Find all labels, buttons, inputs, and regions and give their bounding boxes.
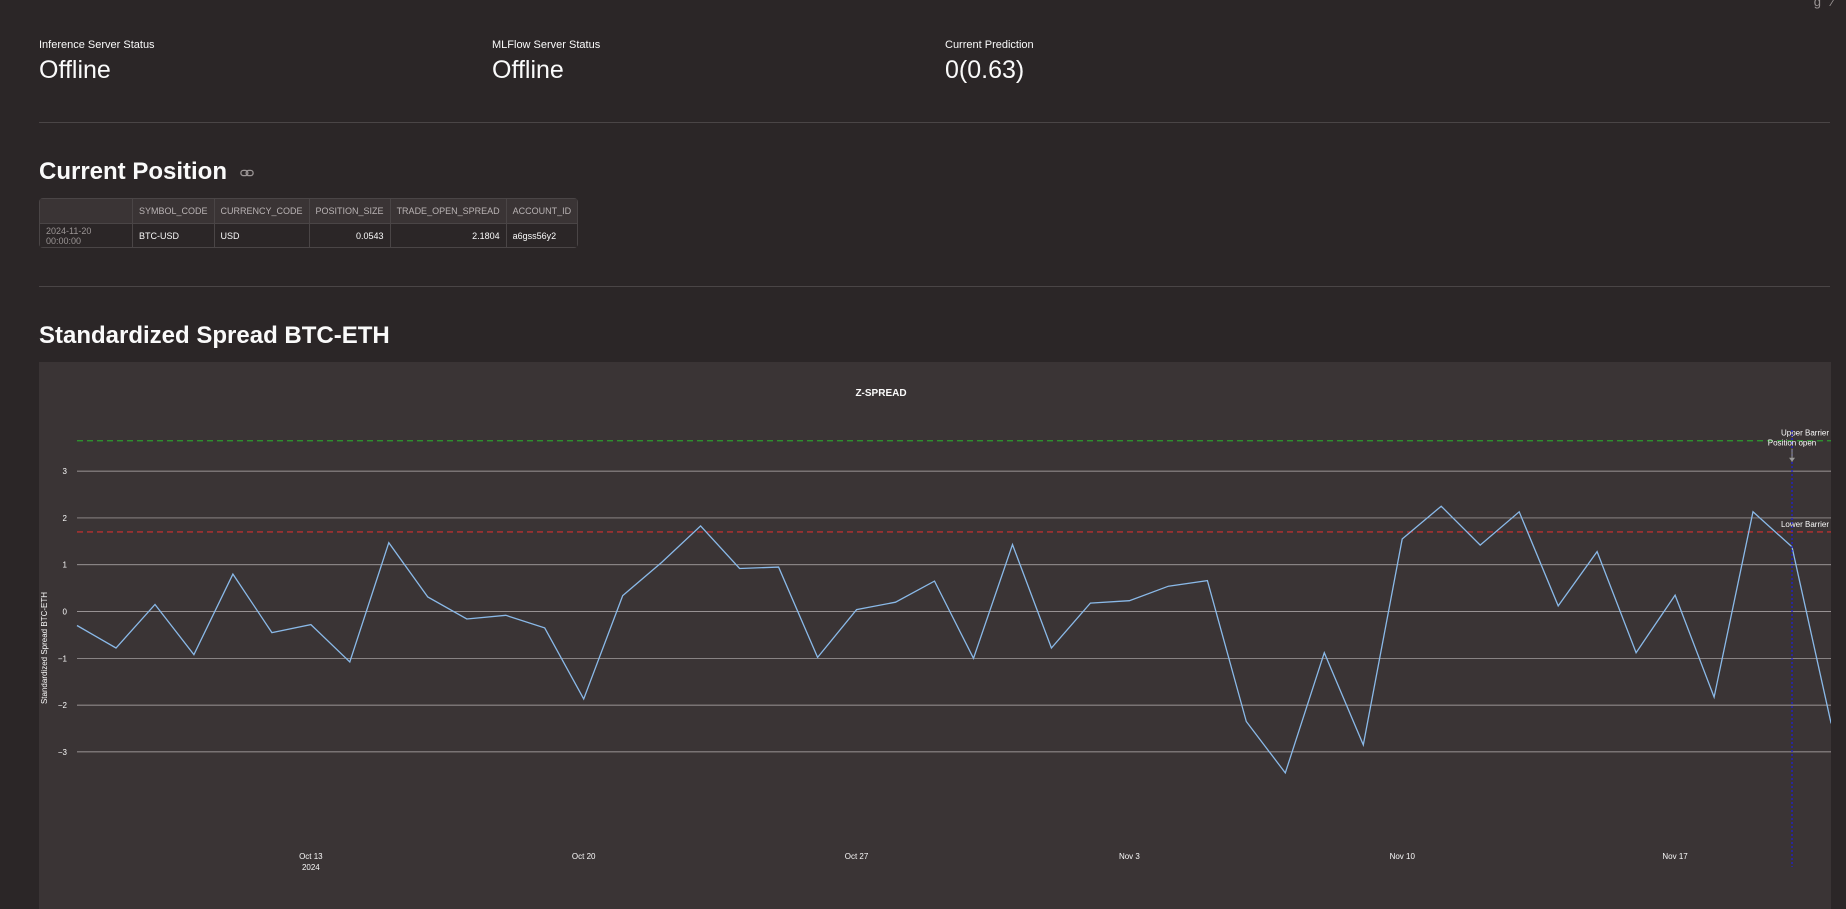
current-position-table: SYMBOL_CODE CURRENCY_CODE POSITION_SIZE … — [39, 198, 579, 248]
y-tick-label: 0 — [63, 608, 68, 617]
position-open-label: Position open — [1768, 439, 1816, 448]
mlflow-server-status-metric: MLFlow Server Status Offline — [492, 39, 600, 85]
x-tick-label: Oct 20 — [572, 852, 596, 861]
metric-label: MLFlow Server Status — [492, 39, 601, 51]
currency-code-cell[interactable]: USD — [214, 223, 310, 247]
current-prediction-metric: Current Prediction 0(0.63) — [945, 39, 1034, 85]
top-right-menu-fragment[interactable]: ǵ ⁄ — [1814, 0, 1834, 9]
y-tick-label: 2 — [63, 514, 68, 523]
divider — [39, 286, 1830, 287]
table-header-row: SYMBOL_CODE CURRENCY_CODE POSITION_SIZE … — [40, 199, 578, 223]
y-axis-title: Standardized Spread BTC-ETH — [40, 592, 49, 704]
column-header-trade-open-spread[interactable]: TRADE_OPEN_SPREAD — [390, 199, 507, 223]
column-header-currency-code[interactable]: CURRENCY_CODE — [214, 199, 310, 223]
metric-value: Offline — [39, 56, 111, 84]
lower-barrier-label: Lower Barrier — [1781, 520, 1829, 529]
spread-heading: Standardized Spread BTC-ETH — [39, 322, 390, 349]
trade-open-spread-cell[interactable]: 2.1804 — [390, 223, 507, 247]
column-header-symbol-code[interactable]: SYMBOL_CODE — [133, 199, 215, 223]
grid-lines — [77, 470, 1831, 753]
x-tick-label: Nov 17 — [1662, 852, 1688, 861]
inference-server-status-metric: Inference Server Status Offline — [39, 39, 155, 85]
series-layer — [76, 505, 1831, 775]
x-tick-label: Oct 27 — [845, 852, 869, 861]
y-tick-label: −1 — [58, 654, 68, 663]
table-row: 2024-11-20 00:00:00 BTC-USD USD 0.0543 2… — [40, 223, 578, 247]
position-marker-layer: Position open — [1768, 430, 1816, 867]
symbol-code-cell[interactable]: BTC-USD — [133, 223, 215, 247]
barrier-lines: Upper Barrier Lower Barrier — [77, 429, 1831, 533]
z-spread-series-line — [76, 505, 1831, 775]
position-size-cell[interactable]: 0.0543 — [309, 223, 391, 247]
x-tick-label: Nov 10 — [1390, 852, 1416, 861]
status-metrics: Inference Server Status Offline MLFlow S… — [39, 39, 1829, 89]
metric-value: Offline — [492, 56, 564, 84]
y-tick-label: −3 — [58, 748, 68, 757]
column-header-position-size[interactable]: POSITION_SIZE — [309, 199, 391, 223]
metric-label: Inference Server Status — [39, 39, 155, 51]
current-position-heading: Current Position — [39, 158, 254, 186]
tick-labels: 3 2 1 0 −1 −2 −3 Oct 13 2024 Oct 20 Oct 27 Nov 3 Nov… — [58, 467, 1688, 872]
y-tick-label: 1 — [63, 561, 68, 570]
x-tick-label: Oct 13 — [299, 852, 323, 861]
upper-barrier-label: Upper Barrier — [1781, 429, 1829, 438]
metric-value: 0(0.63) — [945, 56, 1025, 84]
current-position-title: Current Position — [39, 158, 228, 185]
link-icon[interactable] — [239, 166, 254, 180]
x-tick-label: Nov 3 — [1119, 852, 1140, 861]
column-header-index[interactable] — [40, 199, 133, 223]
metric-label: Current Prediction — [945, 39, 1034, 51]
x-tick-sublabel: 2024 — [302, 863, 320, 872]
position-open-arrow-head — [1789, 457, 1796, 462]
row-index-cell[interactable]: 2024-11-20 00:00:00 — [40, 223, 133, 247]
z-spread-chart[interactable]: Upper Barrier Lower Barrier Position open… — [39, 362, 1831, 909]
account-id-cell[interactable]: a6gss56y2 — [506, 223, 578, 247]
divider — [39, 122, 1830, 123]
y-tick-label: 3 — [63, 467, 68, 476]
chart-title: Z-SPREAD — [855, 388, 906, 399]
column-header-account-id[interactable]: ACCOUNT_ID — [506, 199, 578, 223]
y-tick-label: −2 — [58, 701, 68, 710]
z-spread-chart-svg[interactable]: Upper Barrier Lower Barrier Position open… — [39, 362, 1831, 909]
